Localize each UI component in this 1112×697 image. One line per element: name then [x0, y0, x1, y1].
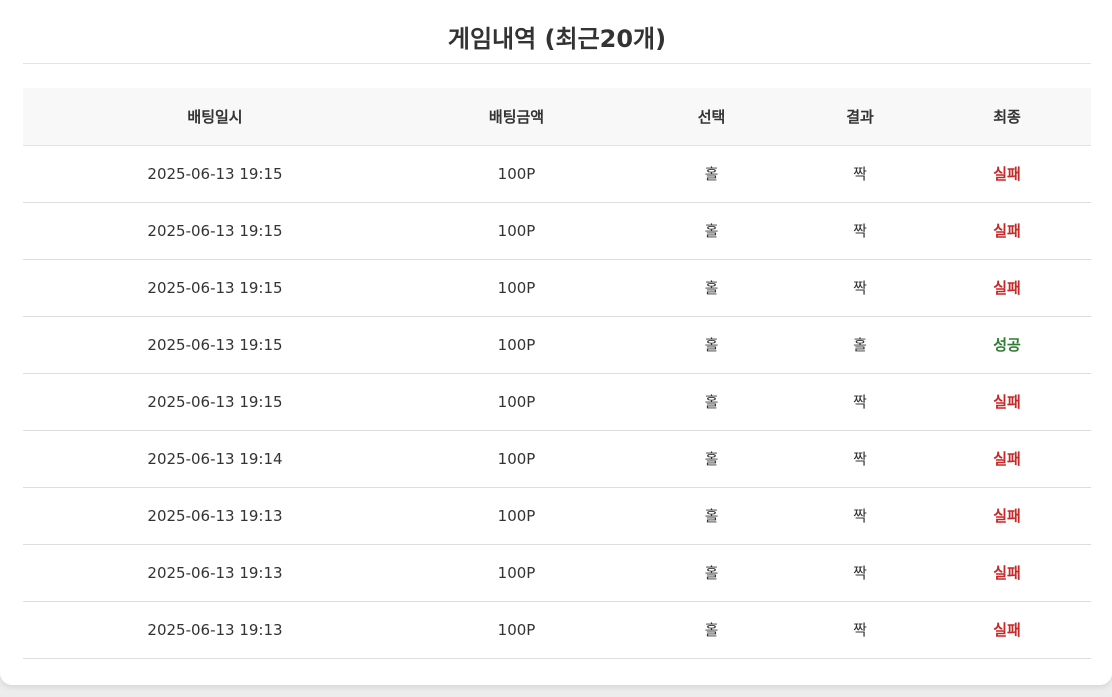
cell-datetime: 2025-06-13 19:14 — [23, 430, 407, 488]
cell-final: 실패 — [923, 601, 1091, 659]
cell-amount: 100P — [407, 430, 626, 488]
cell-datetime: 2025-06-13 19:15 — [23, 202, 407, 260]
game-history-card: 게임내역 (최근20개) 배팅일시 배팅금액 선택 결과 최종 2025-06-… — [0, 0, 1112, 685]
cell-datetime: 2025-06-13 19:13 — [23, 487, 407, 545]
cell-final: 실패 — [923, 202, 1091, 260]
table-row: 2025-06-13 19:13 100P 홀 짝 실패 — [23, 487, 1091, 545]
table-body: 2025-06-13 19:15 100P 홀 짝 실패 2025-06-13 … — [23, 145, 1091, 659]
table-row: 2025-06-13 19:13 100P 홀 짝 실패 — [23, 601, 1091, 659]
cell-amount: 100P — [407, 202, 626, 260]
cell-result: 짝 — [797, 373, 923, 431]
table-row: 2025-06-13 19:15 100P 홀 짝 실패 — [23, 202, 1091, 260]
cell-amount: 100P — [407, 259, 626, 317]
cell-choice: 홀 — [626, 487, 797, 545]
table-row: 2025-06-13 19:15 100P 홀 짝 실패 — [23, 259, 1091, 317]
cell-result: 짝 — [797, 202, 923, 260]
cell-final: 실패 — [923, 544, 1091, 602]
table-header-row: 배팅일시 배팅금액 선택 결과 최종 — [23, 88, 1091, 146]
cell-amount: 100P — [407, 601, 626, 659]
cell-final: 실패 — [923, 373, 1091, 431]
cell-final: 실패 — [923, 430, 1091, 488]
cell-choice: 홀 — [626, 373, 797, 431]
cell-result: 짝 — [797, 259, 923, 317]
cell-amount: 100P — [407, 544, 626, 602]
cell-final: 실패 — [923, 259, 1091, 317]
cell-choice: 홀 — [626, 145, 797, 203]
table-row: 2025-06-13 19:15 100P 홀 홀 성공 — [23, 316, 1091, 374]
game-history-table: 배팅일시 배팅금액 선택 결과 최종 2025-06-13 19:15 100P… — [23, 88, 1091, 659]
cell-choice: 홀 — [626, 601, 797, 659]
cell-choice: 홀 — [626, 544, 797, 602]
cell-final: 실패 — [923, 145, 1091, 203]
cell-amount: 100P — [407, 487, 626, 545]
cell-datetime: 2025-06-13 19:15 — [23, 145, 407, 203]
column-header-result: 결과 — [797, 88, 923, 146]
column-header-amount: 배팅금액 — [407, 88, 626, 146]
cell-final: 실패 — [923, 487, 1091, 545]
cell-amount: 100P — [407, 373, 626, 431]
table-header: 배팅일시 배팅금액 선택 결과 최종 — [23, 88, 1091, 146]
cell-result: 홀 — [797, 316, 923, 374]
column-header-final: 최종 — [923, 88, 1091, 146]
column-header-datetime: 배팅일시 — [23, 88, 407, 146]
cell-amount: 100P — [407, 316, 626, 374]
cell-result: 짝 — [797, 544, 923, 602]
cell-datetime: 2025-06-13 19:15 — [23, 316, 407, 374]
cell-datetime: 2025-06-13 19:13 — [23, 601, 407, 659]
cell-datetime: 2025-06-13 19:15 — [23, 259, 407, 317]
cell-datetime: 2025-06-13 19:13 — [23, 544, 407, 602]
cell-choice: 홀 — [626, 202, 797, 260]
cell-choice: 홀 — [626, 259, 797, 317]
cell-result: 짝 — [797, 145, 923, 203]
column-header-choice: 선택 — [626, 88, 797, 146]
cell-amount: 100P — [407, 145, 626, 203]
cell-result: 짝 — [797, 487, 923, 545]
page-title: 게임내역 (최근20개) — [23, 0, 1091, 64]
cell-result: 짝 — [797, 430, 923, 488]
cell-final: 성공 — [923, 316, 1091, 374]
cell-datetime: 2025-06-13 19:15 — [23, 373, 407, 431]
table-row: 2025-06-13 19:15 100P 홀 짝 실패 — [23, 373, 1091, 431]
cell-choice: 홀 — [626, 316, 797, 374]
table-row: 2025-06-13 19:15 100P 홀 짝 실패 — [23, 145, 1091, 203]
table-row: 2025-06-13 19:13 100P 홀 짝 실패 — [23, 544, 1091, 602]
cell-choice: 홀 — [626, 430, 797, 488]
cell-result: 짝 — [797, 601, 923, 659]
table-row: 2025-06-13 19:14 100P 홀 짝 실패 — [23, 430, 1091, 488]
